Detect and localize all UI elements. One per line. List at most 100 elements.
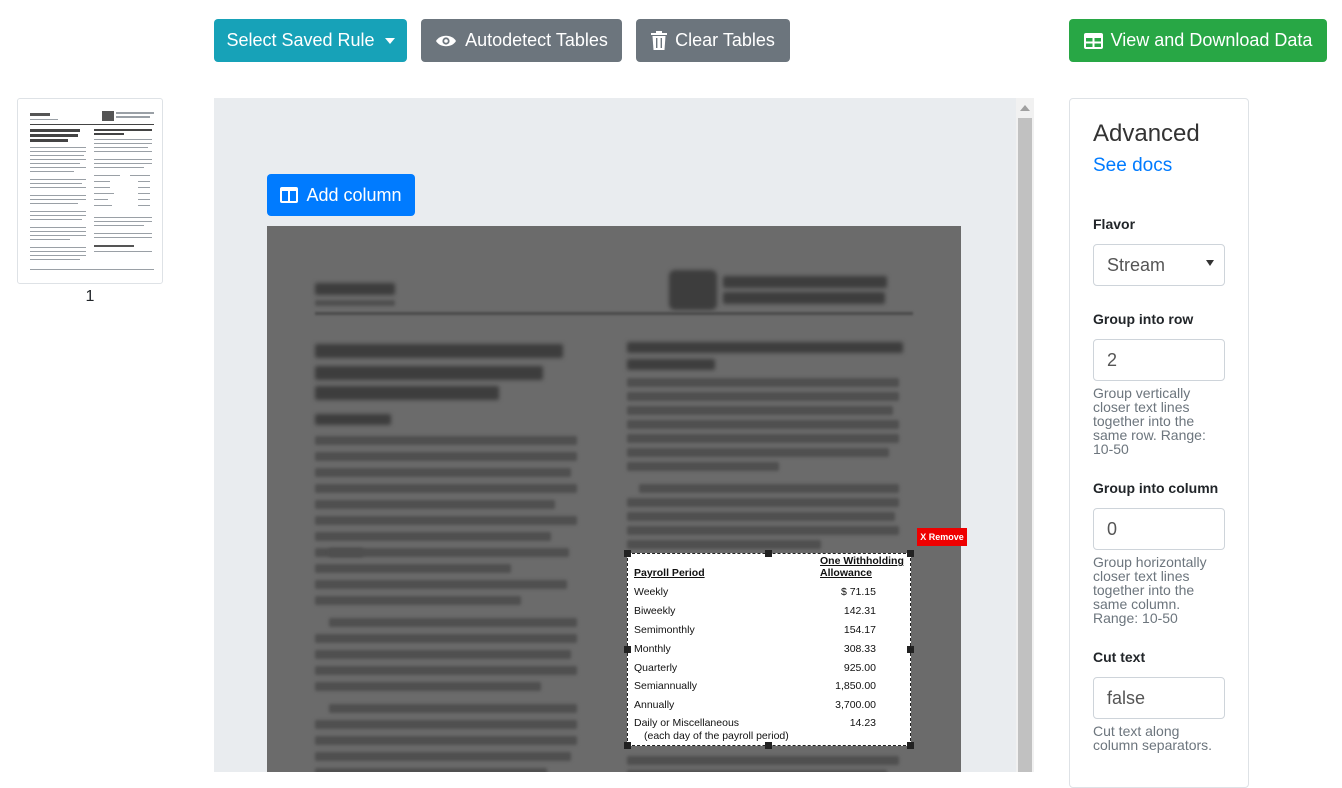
blurred-text	[627, 540, 821, 549]
blurred-heading	[315, 366, 543, 380]
group-column-value: 0	[1107, 518, 1118, 539]
autodetect-tables-button[interactable]: Autodetect Tables	[421, 19, 622, 62]
add-column-button[interactable]: Add column	[267, 174, 415, 216]
blurred-text	[627, 498, 899, 507]
group-column-input[interactable]: 0	[1093, 508, 1225, 550]
blurred-text	[315, 468, 571, 477]
scrollbar-thumb[interactable]	[1018, 118, 1032, 772]
autodetect-tables-label: Autodetect Tables	[465, 30, 608, 50]
blurred-text	[627, 420, 899, 429]
blurred-text	[627, 378, 899, 387]
flavor-label: Flavor	[1093, 216, 1136, 232]
blurred-text	[329, 548, 569, 557]
remove-selection-button[interactable]: X Remove	[917, 528, 967, 546]
blurred-text	[315, 500, 555, 509]
group-row-help: Group vertically closer text lines toget…	[1093, 385, 1206, 457]
eye-icon	[436, 35, 457, 46]
blurred-heading	[627, 359, 715, 370]
resize-handle-nw[interactable]	[624, 550, 631, 557]
blurred-text	[723, 276, 887, 288]
resize-handle-sw[interactable]	[624, 742, 631, 749]
blurred-text	[329, 618, 577, 627]
see-docs-link[interactable]: See docs	[1093, 155, 1172, 177]
table-row-value: 925.00	[843, 662, 876, 674]
blurred-heading	[627, 342, 903, 353]
resize-handle-w[interactable]	[624, 646, 631, 653]
blurred-text	[315, 736, 577, 745]
table-row-value: $ 71.15	[840, 586, 876, 598]
blurred-text	[627, 512, 895, 521]
table-row-value: 142.31	[843, 605, 876, 617]
blurred-text	[627, 526, 899, 535]
blurred-text	[315, 768, 547, 772]
blurred-text	[315, 300, 395, 306]
view-download-data-button[interactable]: View and Download Data	[1069, 19, 1327, 62]
clear-tables-button[interactable]: Clear Tables	[636, 19, 790, 62]
blurred-text	[639, 484, 899, 493]
blurred-text	[315, 634, 577, 643]
blurred-text	[627, 462, 779, 471]
blurred-text	[315, 516, 577, 525]
blurred-text	[627, 756, 899, 765]
table-icon	[1083, 32, 1103, 49]
group-row-label: Group into row	[1093, 311, 1194, 327]
blurred-heading	[315, 386, 499, 400]
cut-text-value: false	[1107, 687, 1146, 708]
blurred-text	[627, 406, 893, 415]
blurred-text	[315, 596, 521, 605]
trash-icon	[651, 31, 668, 50]
select-saved-rule-button[interactable]: Select Saved Rule	[214, 19, 407, 62]
group-column-label: Group into column	[1093, 480, 1219, 496]
blurred-text	[723, 292, 885, 304]
select-saved-rule-label: Select Saved Rule	[226, 30, 375, 50]
table-footnote: (each day of the payroll period)	[644, 730, 789, 742]
table-row-value: 154.17	[843, 624, 876, 636]
blurred-text	[315, 436, 577, 445]
blurred-text	[329, 704, 577, 713]
column-header-period: Payroll Period	[634, 567, 705, 579]
table-row-period: Weekly	[634, 586, 669, 598]
blurred-rule	[315, 312, 913, 315]
page-thumbnail[interactable]	[17, 98, 163, 284]
resize-handle-e[interactable]	[907, 646, 914, 653]
table-row-period: Semiannually	[634, 680, 698, 692]
blurred-text	[315, 682, 541, 691]
table-row-period: Semimonthly	[634, 624, 695, 636]
cut-text-help: Cut text along column separators.	[1093, 723, 1213, 753]
select-arrow-icon	[1206, 260, 1214, 266]
blurred-text	[315, 532, 551, 541]
table-row-period: Quarterly	[634, 662, 678, 674]
flavor-select[interactable]: Stream	[1093, 244, 1225, 286]
clear-tables-label: Clear Tables	[675, 30, 775, 50]
resize-handle-ne[interactable]	[907, 550, 914, 557]
blurred-text	[315, 720, 577, 729]
caret-down-icon	[384, 37, 395, 44]
blurred-text	[315, 484, 577, 493]
flavor-select-value: Stream	[1107, 254, 1166, 275]
blurred-text	[627, 434, 899, 443]
blurred-text	[315, 650, 571, 659]
table-row-value: 308.33	[843, 643, 876, 655]
table-row-period: Biweekly	[634, 605, 676, 617]
table-selection-box[interactable]: One Withholding Allowance Payroll Period…	[627, 553, 911, 746]
cut-text-input[interactable]: false	[1093, 677, 1225, 719]
scroll-up-arrow-icon[interactable]	[1016, 100, 1034, 116]
blurred-text	[315, 752, 571, 761]
table-row-value: 14.23	[849, 717, 876, 729]
table-row-period: Monthly	[634, 643, 671, 655]
blurred-logo	[669, 270, 717, 310]
table-row-period: Daily or Miscellaneous	[634, 717, 740, 729]
resize-handle-s[interactable]	[765, 742, 772, 749]
blurred-text	[315, 283, 395, 295]
blurred-text	[315, 564, 511, 573]
cut-text-label: Cut text	[1093, 649, 1146, 665]
column-header-allowance-line2: Allowance	[820, 567, 872, 579]
group-row-input[interactable]: 2	[1093, 339, 1225, 381]
resize-handle-se[interactable]	[907, 742, 914, 749]
blurred-heading	[315, 344, 563, 358]
blurred-text	[627, 392, 899, 401]
resize-handle-n[interactable]	[765, 550, 772, 557]
add-column-label: Add column	[306, 184, 402, 205]
blurred-heading	[315, 414, 391, 425]
table-row-period: Annually	[634, 699, 675, 711]
